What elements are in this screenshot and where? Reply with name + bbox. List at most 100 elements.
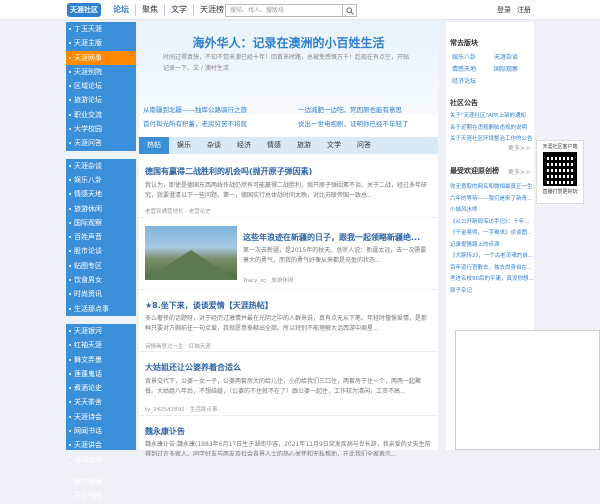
article-title[interactable]: 大姑姐还让公婆养着合适么 — [145, 362, 241, 373]
sidebar-item[interactable]: 生活那点事 — [66, 302, 136, 316]
article-summary: 魏永康讣告:魏永康(1983年6月17日生于湖南华容，2021年11月9日突发疾… — [145, 441, 431, 456]
tab-misc[interactable]: 杂谈 — [199, 137, 229, 154]
sidebar-item[interactable]: 国际观察 — [66, 216, 136, 230]
nav-literature[interactable]: 文学 — [165, 4, 194, 16]
notice-item[interactable]: 关于"天涯社区"APP上架的通知 — [446, 111, 534, 123]
sidebar-item[interactable]: 天涯诗会 — [66, 410, 136, 424]
search-button[interactable] — [343, 4, 357, 17]
board-link[interactable]: 情感天地 — [452, 64, 476, 73]
sidebar-item[interactable]: 娱乐八卦 — [66, 173, 136, 187]
sidebar-divider — [66, 315, 136, 324]
more-link[interactable]: 更多>> — [508, 143, 530, 152]
article-summary: 多么奢侈的话题呀，对于经历过激情并最在光阴之中的人群来说，真有点无从下笔。年轻时… — [145, 315, 428, 332]
nav-forum[interactable]: 论坛 — [107, 4, 136, 16]
board-link[interactable]: 天涯杂谈 — [494, 52, 518, 61]
board-link[interactable]: 国际观察 — [494, 64, 518, 73]
article-title[interactable]: 德国有赢得二战胜利的机会吗(抛开原子弹因素) — [145, 166, 312, 177]
sidebar-item[interactable]: 情感天地 — [66, 187, 136, 201]
bullet-icon — [69, 344, 71, 347]
sidebar-item[interactable]: 诗词比兴 — [66, 453, 136, 467]
tab-literature[interactable]: 文学 — [319, 137, 349, 154]
tab-emotion[interactable]: 情感 — [259, 137, 289, 154]
sidebar-item[interactable]: 区域论坛 — [66, 79, 136, 93]
article-title[interactable]: 这些年浪迹在新疆的日子，跟我一起领略新疆绝... — [243, 232, 420, 243]
sidebar: 丁玉天涯 天涯主版 天涯网事 天涯别院 区域论坛 旅游论坛 职业交流 大学校园 … — [66, 22, 136, 500]
sidebar-item[interactable]: 天涯别院 — [66, 65, 136, 79]
mountain-shape — [145, 250, 237, 280]
register-link[interactable]: 注册 — [517, 5, 531, 15]
featured-link[interactable]: 从南疆到北疆——独库公路骑行之旅 — [143, 104, 247, 114]
tab-travel[interactable]: 旅游 — [289, 137, 319, 154]
ranking-item[interactable]: 《从公开新闻深访手记》：十年... — [446, 217, 534, 229]
article-title[interactable]: ★8.坐下来，谈谈爱情【天涯热帖】 — [145, 300, 273, 311]
sidebar-item[interactable]: 莲蓬鬼话 — [66, 367, 136, 381]
sidebar-item[interactable]: 红袖天涯 — [66, 338, 136, 352]
bullet-icon — [69, 415, 71, 418]
sidebar-item[interactable]: 煮酒论史 — [66, 381, 136, 395]
article-item: 德国有赢得二战胜利的机会吗(抛开原子弹因素) 我认为，即使是德国东西两线作战仍然… — [139, 156, 438, 218]
sidebar-item[interactable]: 时尚资讯 — [66, 287, 136, 301]
sidebar-item[interactable]: 职业交流 — [66, 108, 136, 122]
ranking-item[interactable]: 考进名校90后的平庸，真没你想... — [446, 274, 534, 286]
sidebar-item[interactable]: 旅游论坛 — [66, 93, 136, 107]
sidebar-item-active[interactable]: 天涯网事 — [66, 50, 136, 65]
sidebar-item[interactable]: 天涯书院 — [66, 489, 136, 503]
article-meta[interactable]: ty_242542892 · 生活那点事 — [145, 405, 217, 413]
tab-economy[interactable]: 经济 — [229, 137, 259, 154]
ranking-item[interactable]: 原子杂记 — [446, 286, 534, 298]
tianya-logo[interactable]: 天涯社区 — [67, 3, 101, 17]
search-input[interactable]: 搜帖、找人、搜版块 — [225, 4, 343, 17]
ranking-item[interactable]: 六年的等待——我们是来了新青… — [446, 194, 534, 206]
notice-item[interactable]: 关于近期在违规删帖违规的说明 — [446, 123, 534, 135]
tab-entertainment[interactable]: 娱乐 — [169, 137, 199, 154]
featured-link[interactable]: 说出一世电视剧，证明你已经不年轻了 — [298, 118, 409, 128]
ranking-item[interactable]: 小城风水师 — [446, 205, 534, 217]
bullet-icon — [69, 387, 71, 390]
app-qr-widget[interactable]: 天涯社区客户端 直播打赏更好玩 — [536, 140, 584, 204]
sidebar-item[interactable]: 贴图专区 — [66, 259, 136, 273]
sidebar-item[interactable]: 天涯主版 — [66, 36, 136, 50]
sidebar-item[interactable]: 天涯讲会 — [66, 438, 136, 452]
board-link[interactable]: 娱乐八卦 — [452, 52, 476, 61]
sidebar-item[interactable]: 房产观澜 — [66, 475, 136, 489]
article-meta[interactable]: Tracy_zc · 旅游休闲 — [243, 276, 293, 284]
sidebar-item[interactable]: 旅游休闲 — [66, 202, 136, 216]
floating-popup[interactable] — [455, 330, 600, 450]
sidebar-item[interactable]: 百姓声音 — [66, 230, 136, 244]
ranking-item[interactable]: 你无意取的网名和微相最真正一生... — [446, 182, 534, 194]
article-thumbnail[interactable] — [145, 226, 237, 280]
tab-hot[interactable]: 热帖 — [139, 137, 169, 154]
banner-title[interactable]: 海外华人：记录在澳洲的小百姓生活 — [139, 34, 438, 51]
article-meta[interactable]: 老营农通营地长 · 老营论史 — [145, 207, 211, 215]
ranking-item[interactable]: 《千金易得，一字难求》谈谈图... — [446, 228, 534, 240]
sidebar-item[interactable]: 丁玉天涯 — [66, 22, 136, 36]
sidebar-item[interactable]: 关天茶舍 — [66, 395, 136, 409]
featured-link[interactable]: 一边减肥一边吃，死因原也能有意思 — [298, 104, 402, 114]
article-meta[interactable]: 诗情画意过一生 · 红袖天涯 — [145, 342, 211, 350]
article-title[interactable]: 魏永康讣告 — [145, 426, 185, 437]
qr-title: 天涯社区客户端 — [542, 144, 578, 150]
sidebar-item[interactable]: 饮食男女 — [66, 273, 136, 287]
article-item: 魏永康讣告 魏永康讣告:魏永康(1983年6月17日生于湖南华容，2021年11… — [139, 416, 438, 456]
tab-qa[interactable]: 问答 — [349, 137, 379, 154]
sidebar-item[interactable]: 股市论谈 — [66, 244, 136, 258]
ranking-item[interactable]: 百年道行官散去，独去尚身自在... — [446, 263, 534, 275]
qr-code-icon — [543, 152, 577, 186]
nav-focus[interactable]: 聚焦 — [136, 4, 165, 16]
bullet-icon — [69, 142, 71, 145]
sidebar-item[interactable]: 大学校园 — [66, 122, 136, 136]
ranking-item[interactable]: 《大腕传2》，一个古老灵魂的自... — [446, 251, 534, 263]
sidebar-item[interactable]: 天涯银河 — [66, 324, 136, 338]
qr-caption: 直播打赏更好玩 — [542, 189, 578, 195]
ranking-item[interactable]: 记录爱情路上的点滴 — [446, 240, 534, 252]
sidebar-item[interactable]: 舞文弄墨 — [66, 353, 136, 367]
sidebar-item[interactable]: 天涯杂谈 — [66, 159, 136, 173]
sidebar-item[interactable]: 网闻书话 — [66, 424, 136, 438]
bullet-icon — [69, 85, 71, 88]
more-link[interactable]: 更多>> — [508, 167, 530, 176]
sidebar-item[interactable]: 天涯问答 — [66, 136, 136, 150]
bullet-icon — [69, 264, 71, 267]
login-link[interactable]: 登录 — [497, 5, 511, 15]
board-link[interactable]: 经济论坛 — [452, 76, 476, 85]
featured-link[interactable]: 首付掏光所有积蓄，老房穷苦不将就 — [143, 118, 247, 128]
